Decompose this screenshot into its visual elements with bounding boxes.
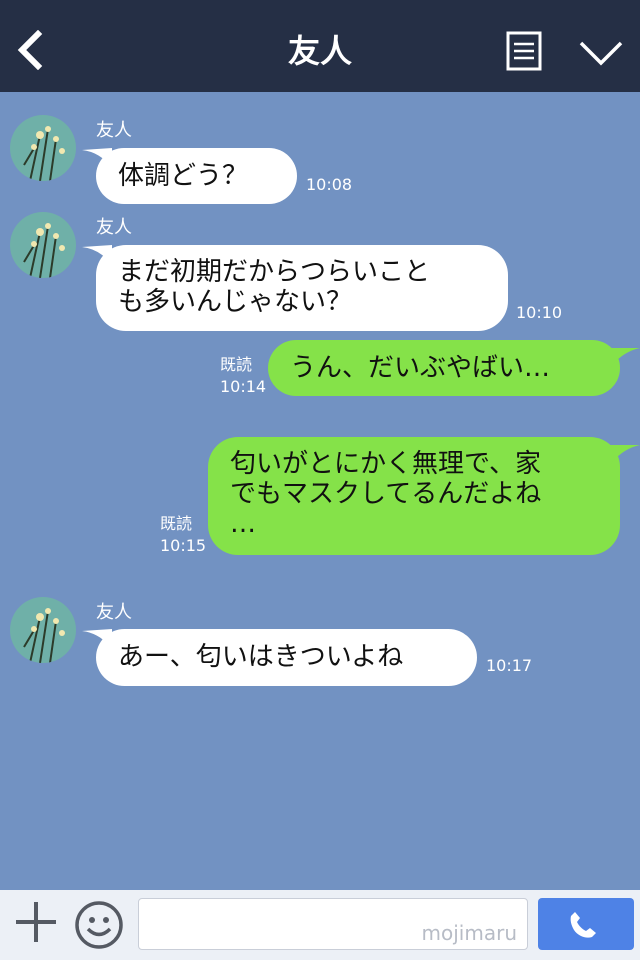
smiley-icon[interactable]: [74, 900, 124, 950]
message-text-line: でもマスクしてるんだよね: [230, 479, 542, 509]
message-time: 10:17: [486, 656, 533, 675]
message-bubble-outgoing[interactable]: 匂いがとにかく無理で、家 でもマスクしてるんだよね …: [208, 437, 620, 555]
watermark: mojimaru: [421, 921, 517, 945]
message-text-line: …: [230, 509, 256, 539]
chevron-down-icon[interactable]: [578, 38, 624, 68]
chat-title: 友人: [287, 32, 352, 70]
call-button[interactable]: [538, 898, 634, 950]
avatar[interactable]: [10, 212, 76, 278]
sender-name: 友人: [96, 120, 132, 141]
chat-area[interactable]: 友人 体調どう？ 10:08 友人 まだ初期だからつらいこと も多いんじゃない？…: [0, 92, 640, 890]
input-bar: mojimaru: [0, 890, 640, 960]
read-receipt: 既読 10:14: [220, 355, 267, 396]
message-bubble[interactable]: 体調どう？: [96, 148, 297, 204]
message-bubble-outgoing[interactable]: うん、だいぶやばい…: [268, 340, 620, 396]
chat-header: 友人: [0, 0, 640, 92]
message-bubble[interactable]: まだ初期だからつらいこと も多いんじゃない？: [96, 245, 508, 331]
notes-icon[interactable]: [506, 31, 542, 71]
message-time: 10:10: [516, 303, 563, 322]
message-time: 10:08: [306, 175, 353, 194]
phone-icon: [570, 912, 596, 938]
sender-name: 友人: [96, 602, 132, 623]
message-text: あー、匂いはきついよね: [118, 642, 404, 672]
message-text-line: 匂いがとにかく無理で、家: [230, 449, 541, 479]
plus-icon[interactable]: [14, 900, 58, 944]
flower-avatar-icon: [10, 597, 76, 663]
message-text-line: まだ初期だからつらいこと: [118, 257, 431, 287]
message-text-line: も多いんじゃない？: [118, 287, 353, 317]
bubble-tail: [610, 348, 640, 368]
sender-name: 友人: [96, 217, 132, 238]
message-text: うん、だいぶやばい…: [290, 353, 551, 383]
avatar[interactable]: [10, 115, 76, 181]
message-text: 体調どう？: [118, 161, 249, 191]
bubble-tail: [610, 445, 640, 465]
read-receipt: 既読 10:15: [160, 514, 207, 555]
avatar[interactable]: [10, 597, 76, 663]
flower-avatar-icon: [10, 212, 76, 278]
message-input[interactable]: mojimaru: [138, 898, 528, 950]
message-bubble[interactable]: あー、匂いはきついよね: [96, 629, 477, 686]
flower-avatar-icon: [10, 115, 76, 181]
